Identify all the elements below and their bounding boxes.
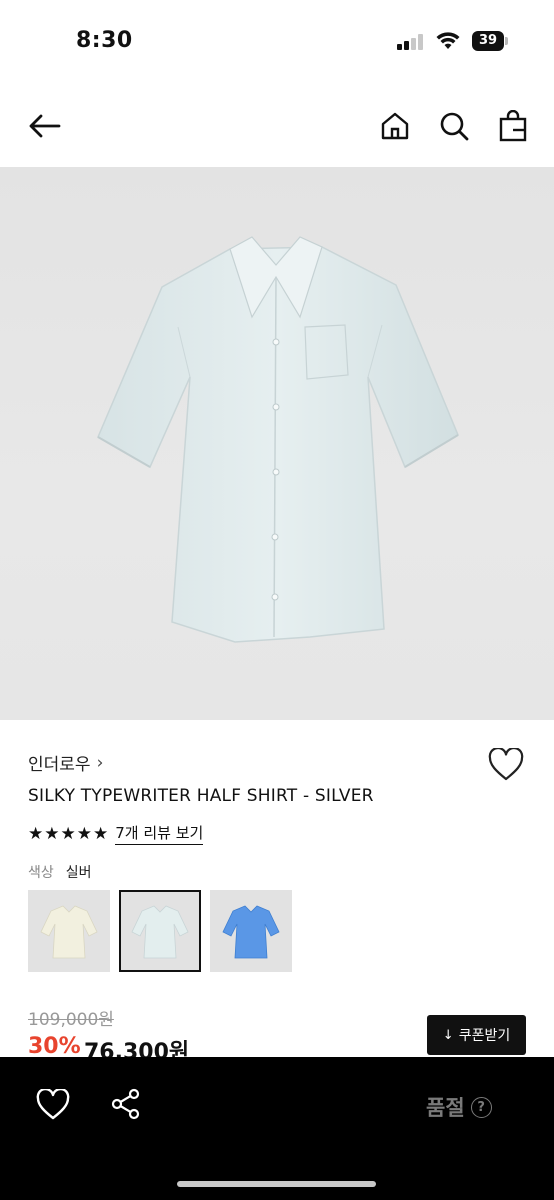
back-button[interactable] [24, 106, 64, 146]
star-icon: ★ [60, 823, 76, 844]
battery-icon: 39 [472, 31, 508, 51]
heart-icon [36, 1087, 70, 1120]
shirt-thumbnail [222, 905, 280, 959]
color-swatches [28, 890, 301, 972]
coupon-label: 쿠폰받기 [458, 1028, 511, 1044]
swatch-cream[interactable] [28, 890, 110, 972]
star-icon: ★ [28, 823, 44, 844]
rating-row: ★ ★ ★ ★ ★ 7개 리뷰 보기 [28, 822, 204, 845]
rating-stars: ★ ★ ★ ★ ★ [28, 824, 109, 844]
home-indicator [177, 1181, 376, 1187]
status-bar: 8:30 39 [0, 0, 554, 84]
shirt-photo [97, 236, 459, 643]
shopping-bag-icon [499, 110, 527, 142]
coupon-button[interactable]: ↓ 쿠폰받기 [427, 1015, 526, 1055]
shirt-thumbnail [131, 905, 189, 959]
cart-button[interactable] [493, 106, 533, 146]
shirt-thumbnail [40, 905, 98, 959]
wishlist-button[interactable] [488, 746, 524, 782]
status-time: 8:30 [76, 28, 133, 53]
back-arrow-icon [29, 114, 61, 138]
signal-icon [397, 34, 425, 50]
top-nav [0, 94, 554, 158]
color-label: 색상 [28, 865, 54, 881]
color-row: 색상 실버 [28, 862, 92, 882]
battery-level: 39 [472, 31, 504, 51]
soldout-status: 품절 ? [426, 1092, 492, 1122]
heart-outline-icon [488, 746, 524, 781]
star-icon: ★ [93, 823, 109, 844]
chevron-right-icon: › [96, 752, 104, 773]
star-icon: ★ [76, 823, 92, 844]
star-icon: ★ [44, 823, 60, 844]
brand-link[interactable]: 인더로우 › [28, 750, 104, 776]
help-icon[interactable]: ? [470, 1096, 492, 1118]
home-icon [381, 112, 409, 140]
bottom-action-bar: 품절 ? [0, 1057, 554, 1200]
product-title: SILKY TYPEWRITER HALF SHIRT - SILVER [28, 786, 374, 806]
search-button[interactable] [434, 106, 474, 146]
swatch-blue[interactable] [210, 890, 292, 972]
share-icon [111, 1088, 140, 1120]
product-image[interactable] [0, 167, 554, 720]
like-button[interactable] [36, 1087, 70, 1121]
search-icon [440, 112, 469, 141]
share-button[interactable] [110, 1088, 142, 1120]
download-icon: ↓ [442, 1027, 454, 1043]
soldout-label: 품절 [426, 1096, 465, 1120]
brand-name: 인더로우 [28, 755, 91, 775]
wifi-icon [436, 32, 460, 49]
discount-rate: 30% [28, 1034, 81, 1059]
swatch-silver[interactable] [119, 890, 201, 972]
home-button[interactable] [375, 106, 415, 146]
review-link[interactable]: 7개 리뷰 보기 [115, 822, 204, 845]
original-price: 109,000원 [28, 1010, 114, 1030]
color-value: 실버 [65, 865, 92, 881]
